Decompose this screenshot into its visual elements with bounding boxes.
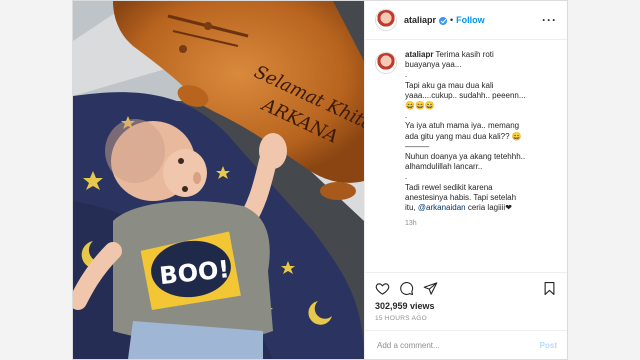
caption-line: ———	[405, 141, 429, 151]
caption-avatar[interactable]	[375, 52, 397, 74]
post-header: ataliapr • Follow ···	[365, 1, 567, 40]
post-button[interactable]: Post	[540, 341, 557, 350]
view-count[interactable]: 302,959 views	[365, 301, 567, 311]
caption-line: .	[405, 172, 408, 182]
username[interactable]: ataliapr	[404, 15, 436, 25]
caption-line: Nuhun doanya ya akang tetehhh.. alhamdul…	[405, 152, 526, 172]
instagram-post: Selamat Khitan ARKANA BOO! ataliapr • Fo…	[72, 0, 568, 360]
more-horizontal-icon[interactable]: ···	[542, 13, 557, 27]
post-photo[interactable]: Selamat Khitan ARKANA BOO!	[73, 1, 364, 359]
caption-username[interactable]: ataliapr	[405, 50, 433, 59]
share-icon[interactable]	[423, 281, 438, 296]
caption-area: ataliapr Terima kasih roti buayanya yaa.…	[365, 40, 567, 272]
caption-line: .	[405, 70, 408, 80]
caption-time: 13h	[405, 220, 417, 228]
comment-box: Post	[365, 330, 567, 359]
caption-line: Ya iya atuh mama iya.. memang ada gitu y…	[405, 121, 522, 141]
comment-input[interactable]	[375, 339, 540, 351]
caption-line: ceria lagiiii❤	[465, 203, 512, 213]
comment-icon[interactable]	[399, 281, 414, 296]
action-bar	[365, 272, 567, 303]
caption-line: .	[405, 111, 408, 121]
mention-link[interactable]: @arkanaidan	[418, 203, 466, 212]
caption-line: Tapi aku ga mau dua kali yaaa....cukup..…	[405, 80, 526, 111]
follow-button[interactable]: Follow	[456, 15, 485, 25]
heart-icon[interactable]	[375, 281, 390, 296]
verified-icon	[439, 17, 448, 25]
avatar[interactable]	[375, 9, 397, 31]
bookmark-icon[interactable]	[542, 281, 557, 296]
caption-text: ataliapr Terima kasih roti buayanya yaa.…	[405, 50, 527, 272]
photo-illustration: Selamat Khitan ARKANA BOO!	[73, 1, 364, 359]
posted-time[interactable]: 15 HOURS AGO	[365, 311, 567, 322]
post-sidebar: ataliapr • Follow ··· ataliapr Terima ka…	[364, 1, 567, 359]
separator: •	[450, 15, 454, 25]
